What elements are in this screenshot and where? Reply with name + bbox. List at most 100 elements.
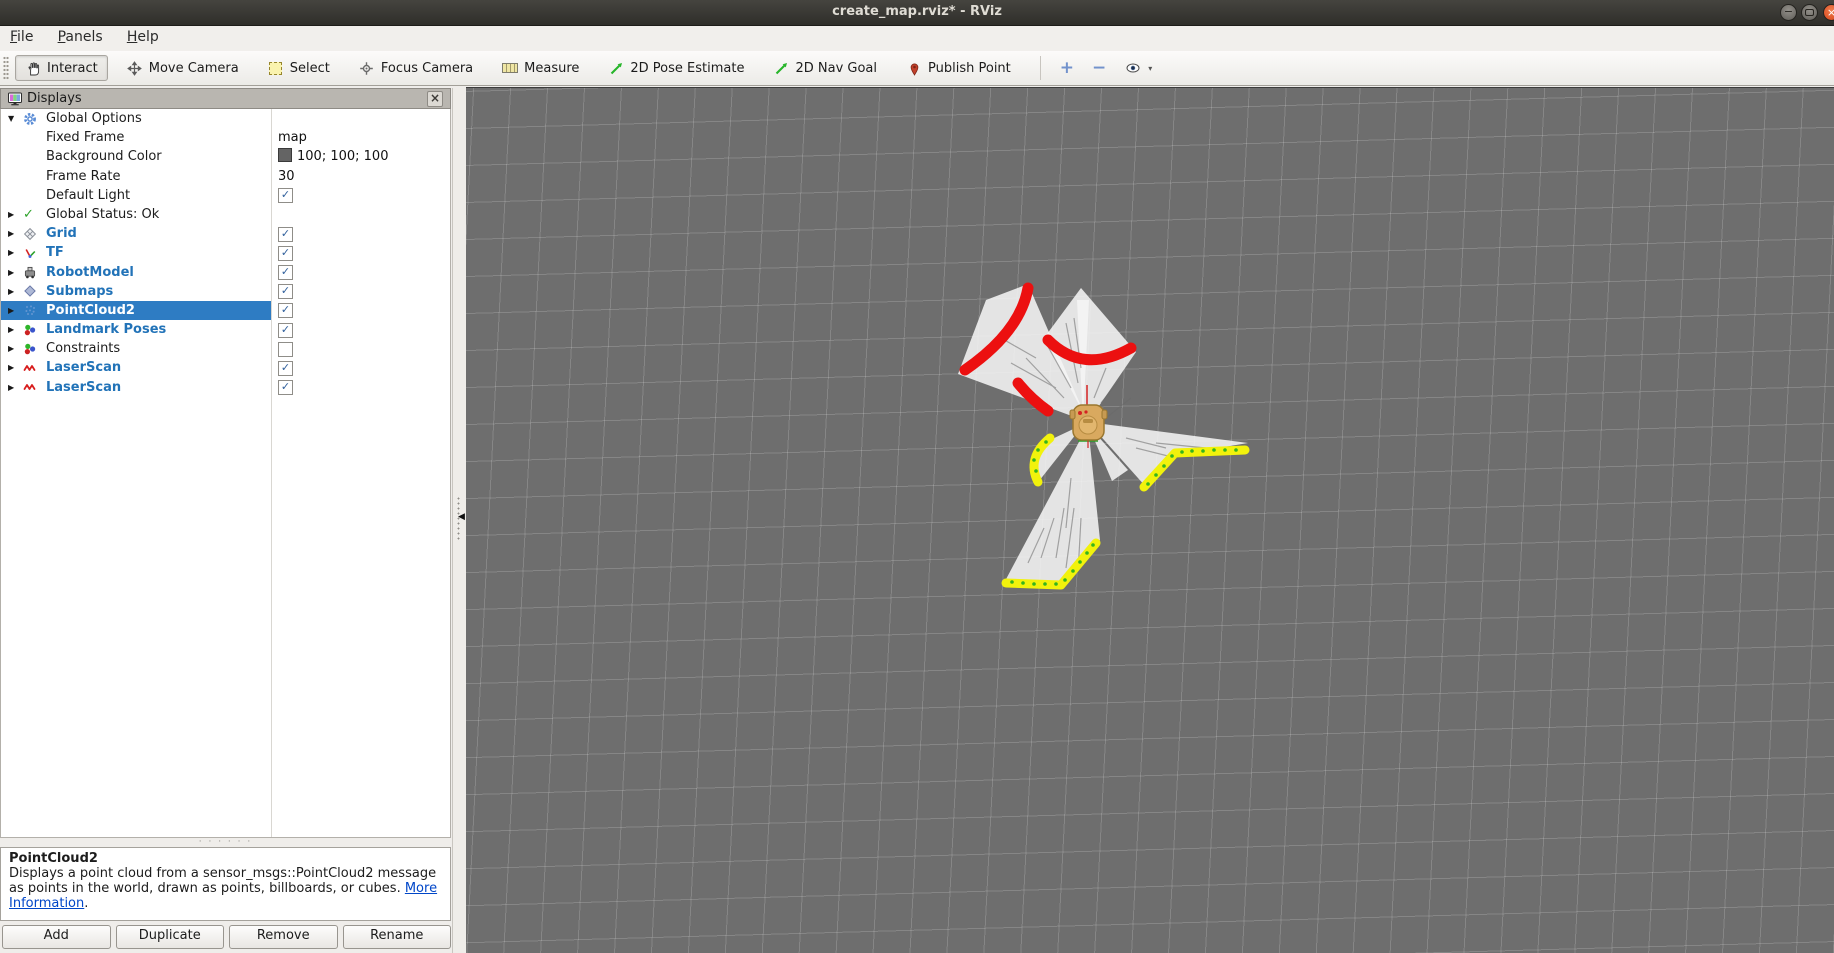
color-swatch: [278, 148, 292, 162]
menu-file[interactable]: File: [0, 26, 43, 48]
row-label: Landmark Poses: [46, 320, 166, 339]
expander-icon[interactable]: ▶: [8, 320, 14, 339]
expander-icon[interactable]: ▶: [8, 205, 14, 224]
checkbox-checked[interactable]: ✓: [278, 380, 293, 395]
expander-icon[interactable]: ▶: [8, 282, 14, 301]
eye-icon: [1125, 60, 1141, 76]
minimize-button[interactable]: −: [1780, 4, 1797, 21]
ruler-icon: [502, 60, 518, 76]
tree-row-fixed-frame[interactable]: Fixed Frame map: [1, 128, 450, 147]
tree-row-tf[interactable]: ▶ TF ✓: [1, 243, 450, 262]
tree-row-robotmodel[interactable]: ▶ RobotModel ✓: [1, 263, 450, 282]
green-arrow-icon: [608, 60, 624, 76]
tool-properties-button[interactable]: ▾: [1115, 55, 1162, 81]
menu-panels[interactable]: Panels: [48, 26, 113, 48]
checkbox-checked[interactable]: ✓: [278, 265, 293, 280]
chevron-down-icon: ▾: [1148, 64, 1152, 73]
tool-2d-pose-estimate[interactable]: 2D Pose Estimate: [598, 55, 754, 81]
expander-icon[interactable]: ▼: [8, 109, 14, 128]
crosshair-icon: [359, 60, 375, 76]
description-box: PointCloud2 Displays a point cloud from …: [0, 847, 451, 921]
expander-icon[interactable]: ▶: [8, 378, 14, 397]
displays-panel: Displays × ▼ Global Options Fixed Frame …: [0, 88, 452, 953]
rviz-window: { "window": { "title": "create_map.rviz*…: [0, 0, 1834, 953]
tool-label: Measure: [524, 61, 579, 76]
add-button[interactable]: Add: [2, 925, 111, 949]
checkbox-checked[interactable]: ✓: [278, 361, 293, 376]
tool-label: 2D Nav Goal: [795, 61, 877, 76]
tool-measure[interactable]: Measure: [492, 55, 589, 81]
tool-publish-point[interactable]: Publish Point: [896, 55, 1021, 81]
expander-icon[interactable]: ▶: [8, 339, 14, 358]
tree-row-pointcloud2[interactable]: ▶ PointCloud2 ✓: [1, 301, 450, 320]
laserscan-wave-icon: [23, 380, 37, 394]
displays-panel-header[interactable]: Displays ×: [0, 88, 451, 109]
tree-row-default-light[interactable]: Default Light ✓: [1, 186, 450, 205]
checkbox-checked[interactable]: ✓: [278, 227, 293, 242]
panel-close-button[interactable]: ×: [427, 91, 443, 107]
remove-tool-button[interactable]: −: [1083, 58, 1115, 78]
checkbox-checked[interactable]: ✓: [278, 284, 293, 299]
menu-help[interactable]: Help: [117, 26, 169, 48]
tree-row-constraints[interactable]: ▶ Constraints: [1, 339, 450, 358]
row-label: TF: [46, 243, 64, 262]
description-title: PointCloud2: [9, 851, 98, 866]
expander-icon[interactable]: ▶: [8, 263, 14, 282]
titlebar[interactable]: create_map.rviz* - RViz − ×: [0, 0, 1834, 26]
pointcloud-dots-icon: [23, 303, 37, 317]
tree-row-landmark-poses[interactable]: ▶ Landmark Poses ✓: [1, 320, 450, 339]
row-label: LaserScan: [46, 378, 121, 397]
tool-select[interactable]: Select: [258, 55, 340, 81]
panel-splitter[interactable]: ◀: [452, 88, 467, 953]
move-arrows-icon: [127, 60, 143, 76]
tool-2d-nav-goal[interactable]: 2D Nav Goal: [763, 55, 887, 81]
checkbox-checked[interactable]: ✓: [278, 303, 293, 318]
tool-focus-camera[interactable]: Focus Camera: [349, 55, 483, 81]
close-button[interactable]: ×: [1823, 4, 1834, 21]
property-name: Default Light: [46, 186, 130, 205]
remove-button[interactable]: Remove: [229, 925, 338, 949]
tree-row-frame-rate[interactable]: Frame Rate 30: [1, 167, 450, 186]
selection-box-icon: [268, 60, 284, 76]
checkbox-unchecked[interactable]: [278, 342, 293, 357]
duplicate-button[interactable]: Duplicate: [116, 925, 225, 949]
3d-viewport[interactable]: [466, 87, 1834, 953]
minus-icon: −: [1092, 58, 1106, 78]
rename-button[interactable]: Rename: [343, 925, 452, 949]
property-value[interactable]: 30: [278, 167, 295, 186]
checkbox-checked[interactable]: ✓: [278, 188, 293, 203]
menubar: File Panels Help: [0, 26, 1834, 52]
property-value[interactable]: 100; 100; 100: [278, 147, 388, 166]
property-name: Frame Rate: [46, 167, 120, 186]
tf-axes-icon: [23, 246, 37, 260]
monitor-icon: [7, 91, 23, 111]
row-label: LaserScan: [46, 358, 121, 377]
expander-icon[interactable]: ▶: [8, 243, 14, 262]
tree-row-grid[interactable]: ▶ Grid ✓: [1, 224, 450, 243]
tree-row-laserscan-2[interactable]: ▶ LaserScan ✓: [1, 378, 450, 397]
property-value[interactable]: map: [278, 128, 307, 147]
displays-tree: ▼ Global Options Fixed Frame map Backgro…: [0, 109, 451, 838]
toolbar-drag-handle[interactable]: [3, 56, 9, 80]
tree-row-submaps[interactable]: ▶ Submaps ✓: [1, 282, 450, 301]
expander-icon[interactable]: ▶: [8, 224, 14, 243]
tree-row-laserscan-1[interactable]: ▶ LaserScan ✓: [1, 358, 450, 377]
maximize-icon: [1805, 9, 1814, 16]
add-tool-button[interactable]: +: [1051, 58, 1083, 78]
landmark-spheres-icon: [23, 342, 37, 356]
checkbox-checked[interactable]: ✓: [278, 246, 293, 261]
tool-move-camera[interactable]: Move Camera: [117, 55, 249, 81]
tree-row-background-color[interactable]: Background Color 100; 100; 100: [1, 147, 450, 166]
window-title: create_map.rviz* - RViz: [0, 4, 1834, 19]
tool-label: 2D Pose Estimate: [630, 61, 744, 76]
expander-icon[interactable]: ▶: [8, 301, 14, 320]
checkbox-checked[interactable]: ✓: [278, 323, 293, 338]
property-name: Background Color: [46, 147, 162, 166]
tool-interact[interactable]: Interact: [15, 55, 108, 81]
tree-row-global-status[interactable]: ▶ ✓ Global Status: Ok: [1, 205, 450, 224]
splitter-collapse-icon[interactable]: ◀: [458, 512, 465, 522]
maximize-button[interactable]: [1801, 4, 1818, 21]
tree-row-global-options[interactable]: ▼ Global Options: [1, 109, 450, 128]
panel-title: Displays: [27, 91, 82, 106]
expander-icon[interactable]: ▶: [8, 358, 14, 377]
